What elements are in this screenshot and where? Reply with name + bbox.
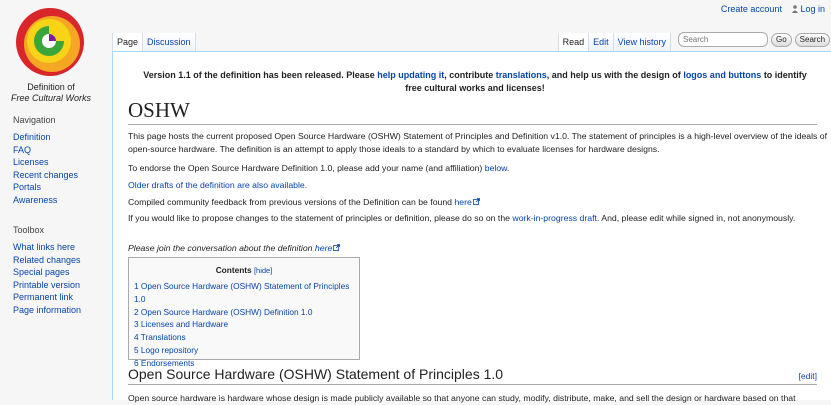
feedback-here-label: here: [454, 197, 472, 207]
propose-text-2: . And, please edit while signed in, not …: [596, 213, 796, 223]
external-link-icon: [333, 244, 341, 251]
endorse-paragraph: To endorse the Open Source Hardware Defi…: [128, 162, 828, 175]
view-tabs: Read Edit View history: [557, 33, 671, 51]
sidebar-item-licenses[interactable]: Licenses: [13, 157, 49, 167]
title-divider: [128, 124, 817, 125]
toc-item[interactable]: 5 Logo repository: [134, 345, 198, 355]
section1-paragraph: Open source hardware is hardware whose d…: [128, 393, 796, 403]
tab-discussion-label: Discussion: [147, 37, 191, 47]
join-here-label: here: [314, 243, 333, 253]
tab-read[interactable]: Read: [557, 33, 589, 51]
sidebar-item-awareness[interactable]: Awareness: [13, 195, 57, 205]
site-logo[interactable]: [14, 4, 88, 78]
namespace-tabs: Page Discussion: [112, 33, 196, 51]
intro-paragraph: This page hosts the current proposed Ope…: [128, 131, 828, 154]
tab-page-label: Page: [117, 37, 139, 47]
tab-read-label: Read: [562, 37, 585, 47]
join-paragraph: Please join the conversation about the d…: [128, 242, 828, 255]
propose-paragraph: If you would like to propose changes to …: [128, 212, 828, 225]
create-account-link[interactable]: Create account: [721, 4, 782, 14]
feedback-here-link[interactable]: here: [454, 197, 480, 207]
older-drafts-paragraph: Older drafts of the definition are also …: [128, 179, 828, 192]
endorse-text: To endorse the Open Source Hardware Defi…: [128, 163, 485, 173]
notice-text-1: Version 1.1 of the definition has been r…: [143, 70, 378, 80]
external-link-icon: [472, 198, 480, 205]
logo-caption: Definition of Free Cultural Works: [0, 82, 102, 104]
search-form: Go Search: [678, 32, 831, 47]
table-of-contents: Contents [hide] 1 Open Source Hardware (…: [128, 257, 360, 368]
tab-edit[interactable]: Edit: [588, 33, 613, 51]
logo-caption-line1: Definition of: [27, 82, 75, 92]
section-divider: [128, 384, 817, 385]
sidebar-item-definition[interactable]: Definition: [13, 132, 51, 142]
notice-text-2: , contribute: [444, 70, 496, 80]
toolbox-page-information[interactable]: Page information: [13, 305, 81, 315]
section-heading: Open Source Hardware (OSHW) Statement of…: [128, 366, 504, 382]
feedback-paragraph: Compiled community feedback from previou…: [128, 196, 828, 209]
toc-item[interactable]: 4 Translations: [134, 332, 186, 342]
draft-link[interactable]: work-in-progress draft: [512, 213, 597, 223]
toolbox-special-pages[interactable]: Special pages: [13, 267, 70, 277]
tab-view-history-label: View history: [617, 37, 666, 47]
tab-discussion[interactable]: Discussion: [142, 33, 196, 51]
section-edit-link[interactable]: [edit]: [799, 371, 817, 381]
logo-caption-line2: Free Cultural Works: [10, 93, 91, 103]
toc-header: Contents [hide]: [129, 265, 359, 275]
endorse-below-link[interactable]: below: [485, 163, 507, 173]
toc-hide-link[interactable]: [hide]: [254, 266, 272, 275]
join-here-link[interactable]: here: [314, 243, 341, 253]
toolbox-printable-version[interactable]: Printable version: [13, 280, 80, 290]
personal-tools: Create account Log in: [713, 4, 825, 14]
join-text: Please join the conversation about the d…: [128, 243, 315, 253]
feedback-text: Compiled community feedback from previou…: [128, 197, 455, 207]
tab-view-history[interactable]: View history: [612, 33, 671, 51]
page-title: OSHW: [128, 98, 190, 122]
notice-logos-link[interactable]: logos and buttons: [683, 70, 761, 80]
notice-translations-link[interactable]: translations: [496, 70, 547, 80]
notice-text-3: , and help us with the design of: [546, 70, 684, 80]
login-link[interactable]: Log in: [792, 4, 825, 14]
sidebar-item-portals[interactable]: Portals: [13, 182, 41, 192]
nav-heading: Navigation: [13, 115, 56, 125]
sidebar-item-faq[interactable]: FAQ: [13, 145, 31, 155]
toc-item[interactable]: 3 Licenses and Hardware: [134, 319, 228, 329]
toc-item[interactable]: 2 Open Source Hardware (OSHW) Definition…: [134, 307, 312, 317]
search-input[interactable]: [678, 32, 768, 47]
tab-page[interactable]: Page: [112, 33, 143, 51]
toc-title: Contents: [215, 265, 252, 275]
toolbox-related-changes[interactable]: Related changes: [13, 255, 81, 265]
toolbox-heading: Toolbox: [13, 225, 45, 235]
propose-text-1: If you would like to propose changes to …: [128, 213, 513, 223]
toc-item[interactable]: 1 Open Source Hardware (OSHW) Statement …: [134, 281, 349, 304]
login-label: Log in: [800, 4, 825, 14]
sidebar-item-recent-changes[interactable]: Recent changes: [13, 170, 78, 180]
endorse-end: .: [506, 163, 510, 173]
user-icon: [792, 5, 799, 13]
nav-portal: Navigation Definition FAQ Licenses Recen…: [0, 115, 112, 207]
search-button[interactable]: Search: [794, 32, 831, 47]
older-drafts-link[interactable]: Older drafts of the definition are also …: [128, 180, 307, 190]
site-notice: Version 1.1 of the definition has been r…: [135, 69, 815, 95]
toolbox-what-links-here[interactable]: What links here: [13, 242, 75, 252]
go-button[interactable]: Go: [771, 32, 792, 47]
notice-help-link[interactable]: help updating it: [377, 70, 444, 80]
tab-edit-label: Edit: [593, 37, 609, 47]
toolbox-permanent-link[interactable]: Permanent link: [13, 292, 73, 302]
toolbox-portal: Toolbox What links here Related changes …: [0, 225, 112, 317]
